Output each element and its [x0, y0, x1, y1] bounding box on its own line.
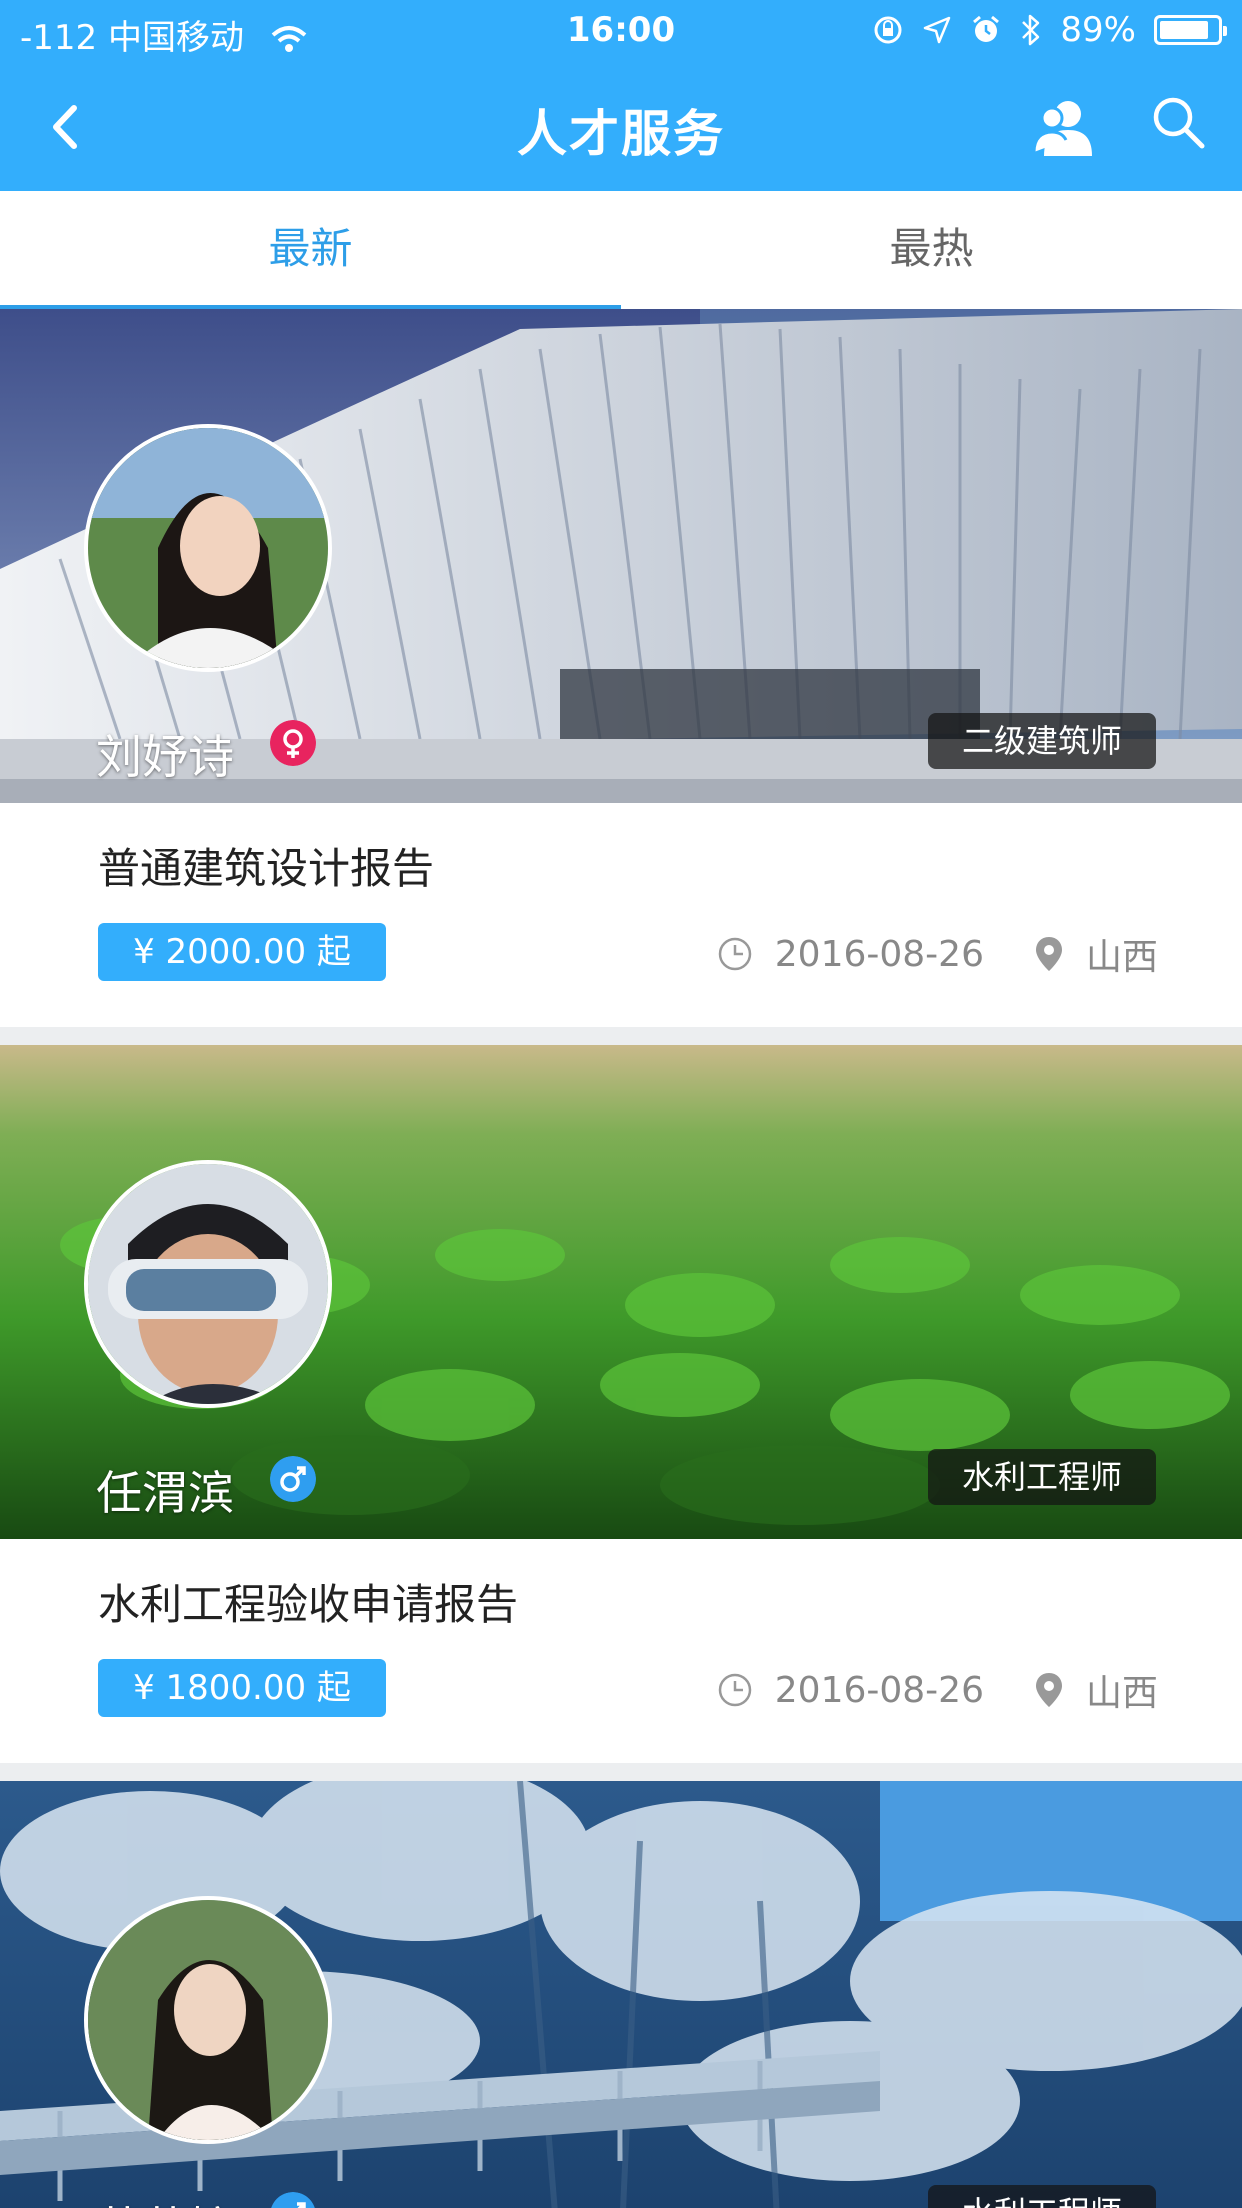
avatar[interactable]: [84, 1896, 332, 2144]
avatar-photo: [88, 1900, 328, 2140]
alarm-icon: [973, 15, 1000, 42]
tab-hottest[interactable]: 最热: [621, 191, 1242, 309]
price-button[interactable]: ¥ 2000.00 起: [98, 923, 386, 981]
avatar-photo: [88, 428, 328, 668]
person-name: 萧若婷: [96, 2193, 234, 2208]
card-meta: 2016-08-26 山西: [717, 928, 1158, 980]
tab-latest[interactable]: 最新: [0, 191, 621, 309]
search-icon[interactable]: [1150, 94, 1206, 150]
post-date: 2016-08-26: [774, 1669, 984, 1711]
card-info: 普通建筑设计报告 ¥ 2000.00 起 2016-08-26 山西: [0, 803, 1242, 1027]
female-icon: [270, 720, 316, 766]
location-pin-icon: [1035, 1673, 1062, 1707]
talent-card[interactable]: 任渭滨 水利工程师 水利工程验收申请报告 ¥ 1800.00 起 2016-08…: [0, 1045, 1242, 1763]
card-info: 水利工程验收申请报告 ¥ 1800.00 起 2016-08-26 山西: [0, 1539, 1242, 1763]
talent-card[interactable]: 刘妤诗 二级建筑师 普通建筑设计报告 ¥ 2000.00 起 2016-08-2…: [0, 309, 1242, 1027]
role-badge: 水利工程师: [927, 2185, 1156, 2208]
card-banner: 萧若婷 水利工程师: [0, 1781, 1242, 2208]
status-right: 89%: [872, 10, 1227, 50]
app-header: -112 中国移动 16:00 89% 人才服务: [0, 0, 1242, 191]
card-banner: 任渭滨 水利工程师: [0, 1045, 1242, 1539]
talent-card[interactable]: 萧若婷 水利工程师: [0, 1781, 1242, 2208]
nav-bar: 人才服务: [0, 64, 1242, 191]
person-name: 任渭滨: [96, 1466, 234, 1520]
location-text: 山西: [1085, 1673, 1158, 1714]
avatar[interactable]: [84, 1160, 332, 1408]
battery-icon: [1154, 15, 1227, 45]
price-button[interactable]: ¥ 1800.00 起: [98, 1659, 386, 1717]
card-banner: 刘妤诗 二级建筑师: [0, 309, 1242, 803]
person-name: 刘妤诗: [96, 730, 234, 784]
status-bar: -112 中国移动 16:00 89%: [0, 0, 1242, 64]
contacts-icon[interactable]: [1030, 94, 1096, 160]
service-title: 普通建筑设计报告: [98, 844, 435, 893]
location-text: 山西: [1085, 937, 1158, 978]
role-badge: 水利工程师: [927, 1449, 1156, 1505]
bluetooth-icon: [1022, 14, 1040, 46]
location-arrow-icon: [924, 16, 951, 44]
avatar[interactable]: [84, 424, 332, 672]
rotation-lock-icon: [874, 16, 902, 44]
clock-icon: [718, 937, 752, 971]
tab-bar: 最新 最热: [0, 191, 1242, 310]
location-pin-icon: [1035, 937, 1062, 971]
card-meta: 2016-08-26 山西: [717, 1664, 1158, 1716]
male-icon: [270, 1456, 316, 1502]
avatar-photo: [88, 1164, 328, 1404]
post-date: 2016-08-26: [774, 933, 984, 975]
service-title: 水利工程验收申请报告: [98, 1580, 519, 1629]
battery-percent: 89%: [1060, 10, 1136, 50]
clock-icon: [718, 1673, 752, 1707]
role-badge: 二级建筑师: [927, 713, 1156, 769]
